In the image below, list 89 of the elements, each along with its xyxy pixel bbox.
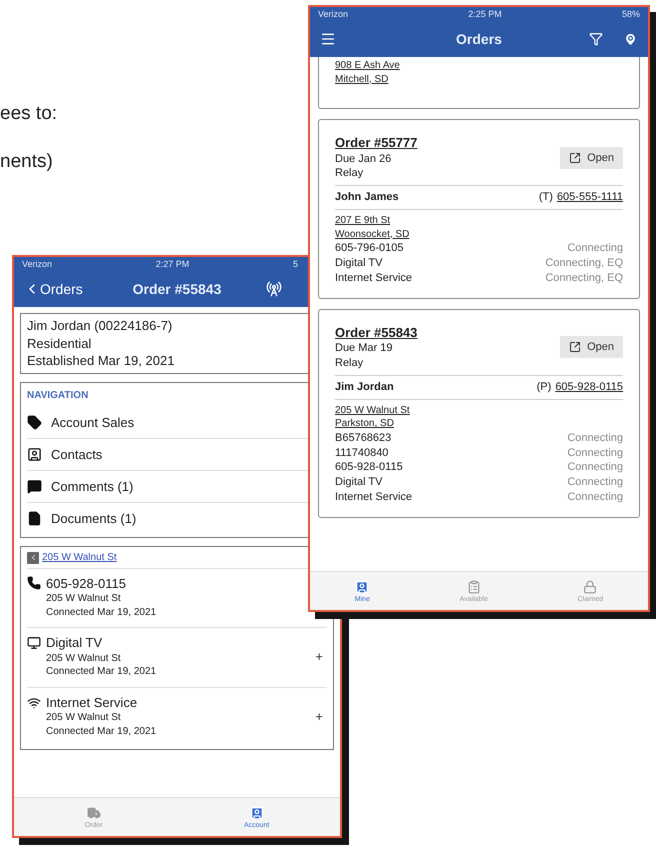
carrier-text: Verizon bbox=[318, 9, 348, 19]
monitor-icon bbox=[27, 636, 41, 650]
carrier-text: Verizon bbox=[22, 259, 52, 269]
service-status: Connecting bbox=[567, 241, 623, 256]
address-link[interactable]: Woonsocket, SD bbox=[335, 228, 623, 242]
time-text: 2:25 PM bbox=[468, 9, 502, 19]
order-number-link[interactable]: Order #55777 bbox=[335, 134, 418, 152]
phone-type: (T) bbox=[538, 190, 553, 206]
lock-icon bbox=[583, 580, 598, 594]
contact-card-icon bbox=[250, 806, 264, 820]
contact-card-icon bbox=[27, 446, 42, 462]
expand-button[interactable]: + bbox=[311, 708, 327, 724]
service-name: Digital TV bbox=[335, 475, 382, 490]
address-link[interactable]: 205 W Walnut St bbox=[42, 552, 117, 564]
location-button[interactable] bbox=[623, 32, 638, 46]
tag-icon bbox=[27, 414, 42, 430]
phone-type: (P) bbox=[536, 380, 552, 395]
service-name: Digital TV bbox=[335, 256, 382, 271]
menu-icon bbox=[320, 31, 336, 47]
address-link[interactable]: 207 E 9th St bbox=[335, 214, 623, 228]
service-status: Connecting, EQ bbox=[545, 270, 623, 286]
antenna-icon[interactable] bbox=[266, 281, 282, 297]
service-name: 605-796-0105 bbox=[335, 241, 404, 256]
service-status: Connecting bbox=[567, 460, 623, 476]
service-status: Connecting bbox=[567, 475, 623, 490]
clipboard-icon bbox=[466, 580, 481, 594]
wifi-icon bbox=[27, 696, 41, 710]
service-status: Connected Mar 19, 2021 bbox=[45, 724, 158, 738]
customer-name: Jim Jordan bbox=[335, 380, 394, 395]
service-name: Digital TV bbox=[46, 634, 102, 652]
open-button[interactable]: Open bbox=[560, 146, 623, 169]
navigation-item[interactable]: Contacts bbox=[27, 438, 102, 470]
service-name: 111740840 bbox=[335, 446, 388, 460]
account-text: Residential bbox=[27, 334, 92, 352]
due-date: Due Mar 19 bbox=[335, 341, 394, 356]
screen-title: Orders bbox=[456, 31, 502, 47]
address-link[interactable]: 908 E Ash Ave bbox=[335, 59, 623, 72]
navigation-item[interactable]: Documents (1) bbox=[27, 502, 136, 534]
order-type: Relay bbox=[335, 166, 364, 182]
service-status: Connected Mar 19, 2021 bbox=[45, 665, 158, 679]
body-text: ees to: bbox=[0, 103, 58, 125]
screen-title: Order #55843 bbox=[132, 281, 222, 297]
customer-name: John James bbox=[335, 190, 399, 206]
back-button[interactable]: Orders bbox=[24, 281, 83, 297]
navigation-item[interactable]: Comments (1) bbox=[27, 470, 134, 502]
address-link[interactable]: Parkston, SD bbox=[335, 417, 623, 431]
section-title: NAVIGATION bbox=[27, 388, 90, 403]
navigation-item[interactable]: Account Sales bbox=[27, 406, 134, 438]
battery-text: 58% bbox=[622, 9, 640, 19]
service-name: Internet Service bbox=[46, 694, 138, 712]
phone-icon bbox=[27, 576, 41, 590]
external-link-icon bbox=[569, 341, 582, 354]
comment-icon bbox=[27, 478, 42, 494]
service-address: 205 W Walnut St bbox=[45, 652, 122, 666]
account-text: Jim Jordan (00224186-7) bbox=[27, 317, 174, 335]
service-name: Internet Service bbox=[335, 490, 412, 505]
service-status: Connecting bbox=[567, 430, 623, 446]
document-icon bbox=[27, 510, 42, 526]
filter-button[interactable] bbox=[589, 32, 603, 46]
filter-icon bbox=[589, 32, 603, 46]
service-address: 205 W Walnut St bbox=[45, 592, 122, 606]
service-name: 605-928-0115 bbox=[46, 574, 126, 592]
service-status: Connecting, EQ bbox=[545, 256, 623, 271]
service-address: 205 W Walnut St bbox=[45, 711, 122, 725]
order-type: Relay bbox=[335, 356, 364, 371]
address-link[interactable]: 205 W Walnut St bbox=[335, 404, 623, 418]
service-name: B65768623 bbox=[335, 430, 392, 446]
open-button[interactable]: Open bbox=[560, 336, 623, 358]
contact-card-icon bbox=[355, 580, 370, 594]
body-text: nents) bbox=[0, 151, 53, 173]
time-text: 2:27 PM bbox=[156, 259, 190, 269]
service-status: Connected Mar 19, 2021 bbox=[45, 606, 158, 620]
service-status: Connecting bbox=[567, 446, 623, 460]
phone-link[interactable]: 605-928-0115 bbox=[555, 380, 623, 395]
expand-button[interactable]: + bbox=[311, 648, 327, 664]
service-name: Internet Service bbox=[335, 270, 412, 286]
menu-button[interactable] bbox=[320, 31, 336, 47]
service-name: 605-928-0115 bbox=[335, 460, 403, 476]
collapse-icon[interactable] bbox=[27, 552, 39, 564]
account-text: Established Mar 19, 2021 bbox=[27, 352, 176, 370]
address-link[interactable]: Mitchell, SD bbox=[335, 72, 623, 86]
truck-icon bbox=[86, 806, 101, 820]
service-status: Connecting bbox=[567, 490, 623, 505]
due-date: Due Jan 26 bbox=[335, 152, 392, 166]
phone-link[interactable]: 605-555-1111 bbox=[556, 190, 623, 206]
map-pin-icon bbox=[623, 32, 638, 46]
battery-text: 5 bbox=[292, 259, 298, 269]
external-link-icon bbox=[569, 152, 582, 164]
order-number-link[interactable]: Order #55843 bbox=[335, 324, 418, 342]
